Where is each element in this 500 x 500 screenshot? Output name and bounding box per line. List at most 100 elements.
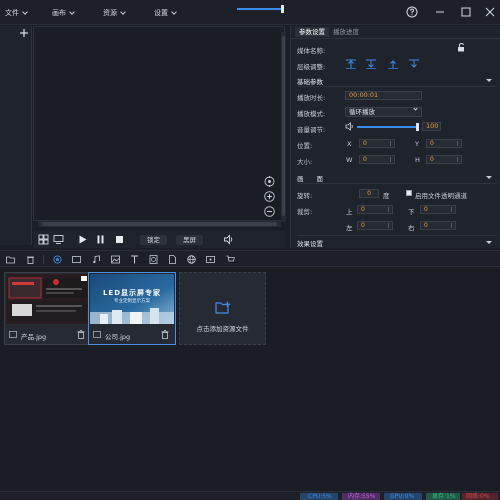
minimize-icon[interactable] xyxy=(434,6,446,18)
monitor-icon[interactable] xyxy=(53,234,64,245)
add-icon[interactable] xyxy=(20,29,28,37)
menu-file[interactable]: 文件 xyxy=(5,8,28,18)
scrollbar-thumb[interactable] xyxy=(42,222,277,226)
rotate-unit: 度 xyxy=(383,192,390,200)
horizontal-scrollbar[interactable] xyxy=(38,221,281,227)
y-input[interactable]: 0 xyxy=(426,139,462,148)
crop-bottom-value: 0 xyxy=(424,206,428,213)
status-bar: CPU:5% 内存:55% GPU:0% 显存:1% 网络:0% xyxy=(0,491,500,500)
chevron-down-icon xyxy=(171,8,177,15)
help-icon[interactable] xyxy=(406,6,418,18)
speaker-icon xyxy=(345,122,353,131)
spinner-icon[interactable] xyxy=(451,223,454,228)
effects-section-title: 效果设置 xyxy=(297,240,323,248)
image-icon xyxy=(93,331,101,338)
text-icon[interactable] xyxy=(130,255,139,264)
spinner-icon[interactable] xyxy=(390,141,393,146)
maximize-icon[interactable] xyxy=(460,6,472,18)
spinner-icon[interactable] xyxy=(390,157,393,162)
h-label: H xyxy=(415,156,420,164)
grid-icon[interactable] xyxy=(38,234,49,245)
crop-top-input[interactable]: 0 xyxy=(357,205,393,214)
video-icon[interactable] xyxy=(72,255,81,264)
blackscreen-button[interactable]: 黑屏 xyxy=(176,235,203,245)
asset-library: 产品.jpg LED显示屏专家 专业定制显示方案 公司.jpg 点击添加资源文件 xyxy=(0,267,500,491)
cart-icon[interactable] xyxy=(226,255,235,264)
duration-input[interactable]: 00:00:01 xyxy=(345,91,422,100)
transparent-checkbox[interactable] xyxy=(406,190,412,196)
y-label: Y xyxy=(415,140,419,148)
menu-canvas[interactable]: 画布 xyxy=(52,8,75,18)
trash-icon[interactable] xyxy=(161,330,169,339)
add-asset-button[interactable]: 点击添加资源文件 xyxy=(179,272,266,345)
x-input[interactable]: 0 xyxy=(359,139,395,148)
bring-up-icon[interactable] xyxy=(388,59,398,69)
music-icon[interactable] xyxy=(92,255,101,264)
unlock-icon[interactable] xyxy=(457,43,466,52)
image-icon[interactable] xyxy=(111,255,120,264)
crop-left-input[interactable]: 0 xyxy=(357,221,393,230)
play-icon[interactable] xyxy=(77,234,88,245)
volume-slider-track[interactable] xyxy=(237,8,282,10)
volume-icon[interactable] xyxy=(223,234,234,245)
volume-adjust-track[interactable] xyxy=(357,126,417,128)
import-folder-icon[interactable] xyxy=(6,255,15,264)
spinner-icon[interactable] xyxy=(388,207,391,212)
all-types-icon[interactable] xyxy=(53,255,62,264)
volume-adjust-handle[interactable] xyxy=(416,123,419,131)
collapse-caret-icon[interactable] xyxy=(486,79,492,82)
thumbnail-title: LED显示屏专家 xyxy=(102,289,162,297)
disk-status: 显存:1% xyxy=(432,493,456,500)
tab-progress[interactable]: 播放进度 xyxy=(329,27,363,37)
stop-icon[interactable] xyxy=(114,234,125,245)
asset-name: 公司.jpg xyxy=(105,333,131,341)
pause-icon[interactable] xyxy=(95,234,106,245)
crosshair-icon[interactable] xyxy=(264,176,275,187)
align-top-icon[interactable] xyxy=(346,59,356,69)
crop-right-input[interactable]: 0 xyxy=(420,221,456,230)
rotate-input[interactable]: 0 xyxy=(359,189,379,198)
play-mode-label: 播放模式: xyxy=(297,110,326,118)
scrollbar-thumb[interactable] xyxy=(282,36,285,216)
crop-bottom-input[interactable]: 0 xyxy=(420,205,456,214)
asset-card-selected[interactable]: LED显示屏专家 专业定制显示方案 公司.jpg xyxy=(88,272,176,345)
play-mode-select[interactable]: 循环播放 xyxy=(345,106,422,117)
crop-bottom-label: 下 xyxy=(408,208,415,216)
vertical-scrollbar[interactable] xyxy=(281,32,286,222)
trash-icon[interactable] xyxy=(77,330,85,339)
close-icon[interactable] xyxy=(484,6,496,18)
spinner-icon[interactable] xyxy=(457,157,460,162)
lock-button[interactable]: 锁定 xyxy=(140,235,167,245)
collapse-caret-icon[interactable] xyxy=(486,241,492,244)
menu-settings[interactable]: 设置 xyxy=(154,8,177,18)
align-bottom-icon[interactable] xyxy=(366,59,376,69)
asset-card[interactable]: 产品.jpg xyxy=(4,272,92,345)
collapse-caret-icon[interactable] xyxy=(486,176,492,179)
menu-resources[interactable]: 资源 xyxy=(103,8,126,18)
menu-bar: 文件 画布 资源 设置 xyxy=(0,0,500,25)
web-icon[interactable] xyxy=(187,255,196,264)
properties-panel: 参数设置 播放进度 媒体名称: 层级调整: 基础参数 播放时长: 00:00:0… xyxy=(290,26,500,248)
picture-section-title: 画 面 xyxy=(297,175,323,183)
volume-value-input[interactable]: 100 xyxy=(422,122,441,131)
spinner-icon[interactable] xyxy=(457,141,460,146)
tab-parameters[interactable]: 参数设置 xyxy=(295,27,329,37)
spinner-icon[interactable] xyxy=(451,207,454,212)
clock-icon[interactable] xyxy=(149,255,158,264)
zoom-out-icon[interactable] xyxy=(264,206,275,217)
stream-icon[interactable] xyxy=(206,255,215,264)
send-down-icon[interactable] xyxy=(409,59,419,69)
add-folder-icon xyxy=(215,301,231,314)
w-input[interactable]: 0 xyxy=(359,155,395,164)
h-input[interactable]: 0 xyxy=(426,155,462,164)
zoom-in-icon[interactable] xyxy=(264,191,275,202)
delete-icon[interactable] xyxy=(26,255,35,264)
spinner-icon[interactable] xyxy=(388,223,391,228)
crop-label: 裁剪: xyxy=(297,208,313,216)
h-value: 0 xyxy=(430,156,434,163)
volume-adjust-label: 音量调节: xyxy=(297,126,326,134)
network-status: 网络:0% xyxy=(466,493,490,500)
document-icon[interactable] xyxy=(168,255,177,264)
preview-canvas[interactable] xyxy=(38,32,281,220)
volume-slider-handle[interactable] xyxy=(281,5,284,13)
